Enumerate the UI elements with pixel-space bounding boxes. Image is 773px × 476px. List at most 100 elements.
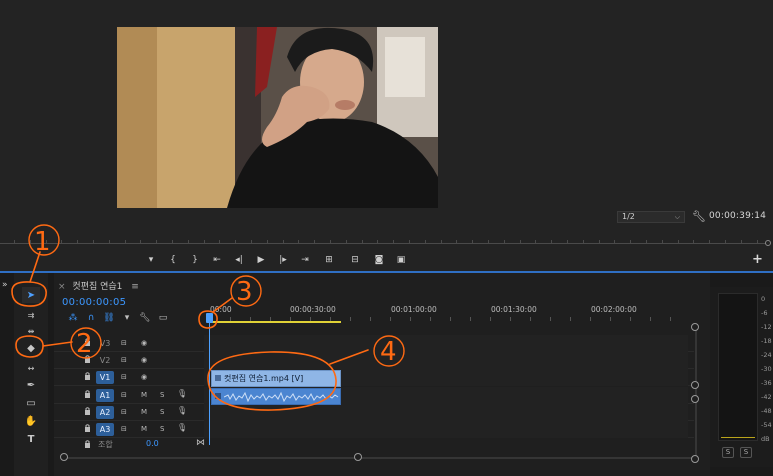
panel-menu-icon[interactable]: ≡ bbox=[131, 282, 139, 292]
comparison-view-icon[interactable]: ▣ bbox=[390, 253, 412, 267]
ruler-tick bbox=[270, 317, 271, 321]
meter-solo-button[interactable]: S bbox=[722, 447, 734, 458]
sync-lock-icon[interactable]: ⊟ bbox=[121, 372, 127, 382]
scroll-handle-middle[interactable] bbox=[691, 381, 699, 389]
track-name[interactable]: V2 bbox=[96, 354, 114, 367]
add-marker-icon[interactable]: ▾ bbox=[140, 253, 162, 267]
zoom-level-select[interactable]: 1/2 ⌵ bbox=[617, 211, 685, 223]
monitor-time-ruler[interactable] bbox=[0, 234, 773, 248]
sync-lock-icon[interactable]: ⊟ bbox=[121, 407, 127, 417]
ruler-tick bbox=[345, 240, 347, 243]
pen-tool-icon[interactable]: ✒ bbox=[22, 377, 40, 393]
lock-icon[interactable] bbox=[84, 424, 91, 432]
wrench-icon[interactable]: 🔧︎ bbox=[692, 210, 706, 223]
snap-icon[interactable]: ∩ bbox=[82, 312, 100, 324]
track-name[interactable]: A2 bbox=[96, 406, 114, 419]
mute-button[interactable]: M bbox=[141, 407, 147, 417]
track-name[interactable]: A3 bbox=[96, 423, 114, 436]
expand-panels-icon[interactable]: » bbox=[2, 280, 8, 290]
scroll-handle-left[interactable] bbox=[60, 453, 68, 461]
ripple-edit-tool-icon[interactable]: ⇹ bbox=[22, 323, 40, 339]
mute-button[interactable]: M bbox=[141, 424, 147, 434]
rectangle-tool-icon[interactable]: ▭ bbox=[22, 395, 40, 411]
eye-icon[interactable]: ◉ bbox=[141, 372, 147, 382]
go-to-edit-icon[interactable]: ⋈ bbox=[196, 438, 205, 448]
ruler-tick bbox=[630, 317, 631, 321]
nest-icon[interactable]: ⁂ bbox=[64, 312, 82, 324]
lock-icon[interactable] bbox=[84, 355, 91, 363]
scroll-handle-right[interactable] bbox=[354, 453, 362, 461]
duration-timecode: 00:00:39:14 bbox=[709, 211, 767, 221]
video-clip[interactable]: 컷편집 연습1.mp4 [V] bbox=[211, 370, 341, 387]
razor-tool-icon[interactable]: ◆ bbox=[22, 340, 40, 356]
sync-lock-icon[interactable]: ⊟ bbox=[121, 355, 127, 365]
sync-lock-icon[interactable]: ⊟ bbox=[121, 390, 127, 400]
track-lane[interactable] bbox=[204, 404, 688, 421]
playhead-timecode[interactable]: 00:00:00:05 bbox=[62, 297, 126, 308]
export-frame-icon[interactable]: ◙ bbox=[368, 253, 390, 267]
mark-in-icon[interactable]: { bbox=[162, 253, 184, 267]
microphone-icon[interactable]: 🎙︎ bbox=[177, 406, 187, 415]
work-area-bar[interactable] bbox=[210, 321, 341, 323]
ruler-label: 00:01:00:00 bbox=[391, 305, 437, 314]
timeline-settings-wrench-icon[interactable]: 🔧︎ bbox=[136, 312, 154, 324]
linked-selection-icon[interactable]: ⛓︎ bbox=[100, 312, 118, 324]
step-forward-icon[interactable]: |▸ bbox=[272, 253, 294, 267]
lock-icon[interactable] bbox=[84, 407, 91, 415]
track-name[interactable]: V3 bbox=[96, 337, 114, 350]
track-name[interactable]: V1 bbox=[96, 371, 114, 384]
track-select-tool-icon[interactable]: ⇉ bbox=[22, 307, 40, 323]
master-volume-value[interactable]: 0.0 bbox=[146, 439, 159, 448]
solo-button[interactable]: S bbox=[160, 390, 164, 400]
close-icon[interactable]: × bbox=[58, 282, 66, 292]
type-tool-icon[interactable]: T bbox=[22, 431, 40, 447]
captions-icon[interactable]: ▭ bbox=[154, 312, 172, 324]
play-icon[interactable]: ▶ bbox=[250, 253, 272, 267]
lock-icon[interactable] bbox=[84, 372, 91, 380]
eye-icon[interactable]: ◉ bbox=[141, 355, 147, 365]
step-back-icon[interactable]: ◂| bbox=[228, 253, 250, 267]
lock-icon[interactable] bbox=[84, 338, 91, 346]
track-lane[interactable] bbox=[204, 352, 688, 369]
microphone-icon[interactable]: 🎙︎ bbox=[177, 389, 187, 398]
audio-meter-bars bbox=[718, 293, 758, 441]
vertical-scrollbar[interactable] bbox=[690, 323, 704, 463]
track-name[interactable]: A1 bbox=[96, 389, 114, 402]
tab-sequence[interactable]: × 컷편집 연습1 ≡ bbox=[58, 279, 139, 292]
scroll-handle-bottom[interactable] bbox=[691, 455, 699, 463]
extract-icon[interactable]: ⊟ bbox=[342, 253, 368, 267]
slip-tool-icon[interactable]: ↔ bbox=[22, 360, 40, 376]
add-marker-icon[interactable]: ▾ bbox=[118, 312, 136, 324]
mark-out-icon[interactable]: } bbox=[184, 253, 206, 267]
audio-clip[interactable] bbox=[211, 388, 341, 405]
selection-tool-icon[interactable]: ➤ bbox=[22, 287, 40, 303]
meter-solo-button[interactable]: S bbox=[740, 447, 752, 458]
hand-tool-icon[interactable]: ✋ bbox=[22, 413, 40, 429]
monitor-ruler-end-handle[interactable] bbox=[765, 240, 771, 246]
playhead-handle[interactable] bbox=[206, 313, 213, 323]
lock-icon[interactable] bbox=[84, 440, 91, 448]
mute-button[interactable]: M bbox=[141, 390, 147, 400]
eye-icon[interactable]: ◉ bbox=[141, 338, 147, 348]
scroll-handle-top[interactable] bbox=[691, 323, 699, 331]
ruler-tick bbox=[266, 240, 268, 243]
ruler-tick bbox=[725, 240, 726, 243]
add-button-icon[interactable]: + bbox=[752, 252, 763, 267]
time-ruler[interactable]: 00:00 00:00:30:00 00:01:00:00 00:01:30:0… bbox=[210, 303, 690, 325]
track-lane[interactable] bbox=[204, 335, 688, 352]
horizontal-scrollbar[interactable] bbox=[60, 453, 696, 463]
scroll-handle-middle[interactable] bbox=[691, 395, 699, 403]
go-to-in-icon[interactable]: ⇤ bbox=[206, 253, 228, 267]
sync-lock-icon[interactable]: ⊟ bbox=[121, 338, 127, 348]
scrollbar-track bbox=[695, 327, 697, 459]
track-lane[interactable] bbox=[204, 421, 688, 438]
microphone-icon[interactable]: 🎙︎ bbox=[177, 423, 187, 432]
ruler-tick bbox=[646, 240, 647, 243]
solo-button[interactable]: S bbox=[160, 407, 164, 417]
lift-icon[interactable]: ⊞ bbox=[316, 253, 342, 267]
lock-icon[interactable] bbox=[84, 390, 91, 398]
program-video-frame[interactable] bbox=[117, 27, 438, 208]
go-to-out-icon[interactable]: ⇥ bbox=[294, 253, 316, 267]
solo-button[interactable]: S bbox=[160, 424, 164, 434]
sync-lock-icon[interactable]: ⊟ bbox=[121, 424, 127, 434]
